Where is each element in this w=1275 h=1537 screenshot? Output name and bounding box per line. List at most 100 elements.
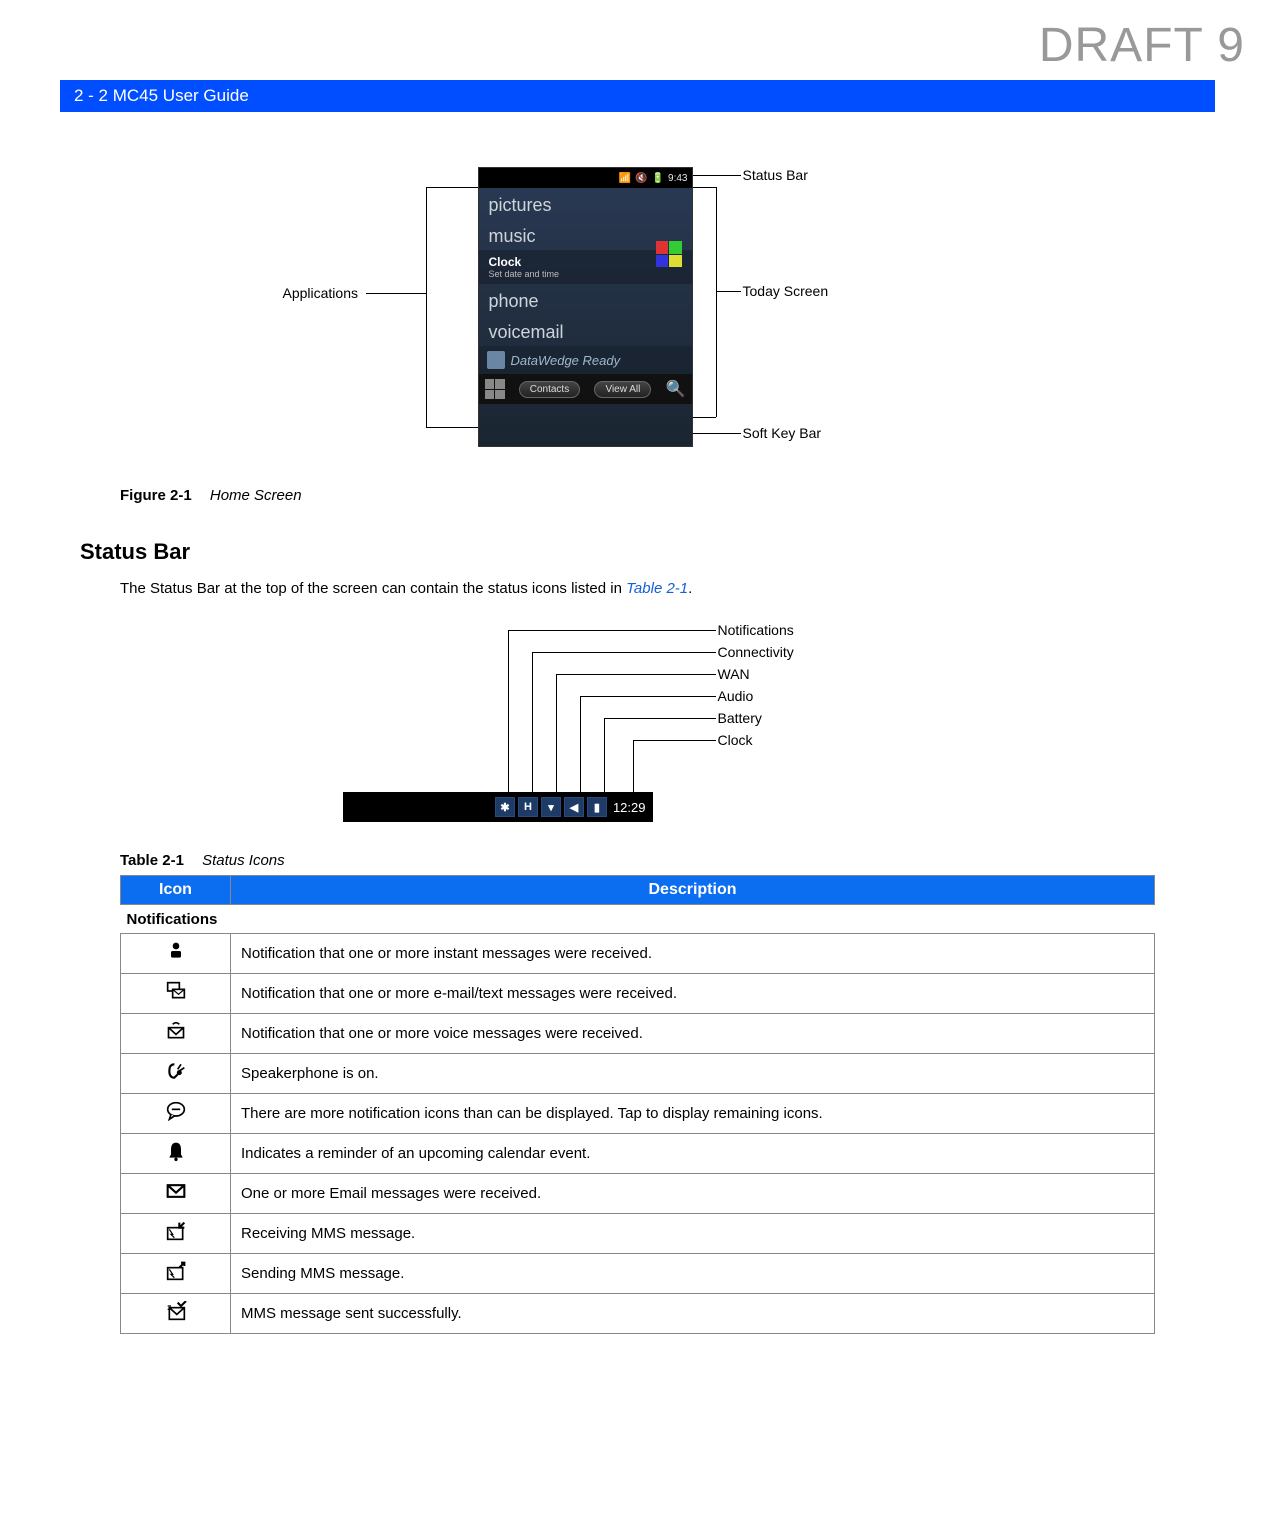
row-desc: One or more Email messages were received… (231, 1174, 1155, 1214)
sb-line (508, 630, 509, 792)
callout-applications: Applications (283, 285, 359, 301)
sb-line (604, 718, 605, 792)
phone-mockup: 📶 🔇 🔋 9:43 pictures music Clock Set date… (478, 167, 693, 447)
table-section-notifications: Notifications (121, 905, 1155, 934)
sb-line (532, 652, 533, 792)
row-desc: There are more notification icons than c… (231, 1094, 1155, 1134)
callout-line (716, 291, 741, 292)
table-row: Notification that one or more voice mess… (121, 1014, 1155, 1054)
row-desc: Notification that one or more e-mail/tex… (231, 974, 1155, 1014)
callout-today-screen: Today Screen (743, 283, 829, 299)
row-desc: MMS message sent successfully. (231, 1294, 1155, 1334)
sb-line (508, 630, 716, 631)
section-heading-status-bar: Status Bar (80, 539, 1215, 565)
table-row: Indicates a reminder of an upcoming cale… (121, 1134, 1155, 1174)
callout-line (366, 293, 426, 294)
sb-line (604, 718, 716, 719)
table-caption: Table 2-1 Status Icons (120, 852, 1215, 869)
mms-sending-icon (121, 1254, 231, 1294)
softkey-viewall: View All (594, 381, 651, 398)
callout-line (693, 433, 741, 434)
phone-status-bar: 📶 🔇 🔋 9:43 (479, 168, 692, 188)
callout-box-right (716, 187, 717, 417)
windows-flag-icon (656, 241, 682, 267)
row-datawedge: DataWedge Ready (479, 346, 692, 374)
table-row: There are more notification icons than c… (121, 1094, 1155, 1134)
table-caption-title: Status Icons (188, 852, 285, 869)
sb-bar: ✱ H ▾ ◀ ▮ 12:29 (343, 792, 653, 822)
row-desc: Receiving MMS message. (231, 1214, 1155, 1254)
callout-line (693, 187, 716, 188)
table-row: Notification that one or more instant me… (121, 934, 1155, 974)
status-bar-text-post: . (688, 580, 692, 597)
sb-line (633, 740, 716, 741)
voicemail-icon (121, 1014, 231, 1054)
sb-line (580, 696, 716, 697)
table-row: One or more Email messages were received… (121, 1174, 1155, 1214)
row-desc: Sending MMS message. (231, 1254, 1155, 1294)
row-desc: Notification that one or more instant me… (231, 934, 1155, 974)
row-desc: Notification that one or more voice mess… (231, 1014, 1155, 1054)
sb-label-battery: Battery (718, 710, 762, 726)
status-bar-text-pre: The Status Bar at the top of the screen … (120, 580, 626, 597)
callout-line (426, 187, 478, 188)
figure-home-screen: Applications Status Bar Today Screen Sof… (188, 167, 1088, 467)
row-pictures: pictures (479, 188, 692, 219)
figure-caption: Figure 2-1 Home Screen (120, 487, 1215, 504)
sb-label-connectivity: Connectivity (718, 644, 794, 660)
signal-icon: 📶 (619, 173, 631, 184)
callout-soft-key-bar: Soft Key Bar (743, 425, 822, 441)
sb-label-audio: Audio (718, 688, 754, 704)
callout-status-bar: Status Bar (743, 167, 808, 183)
sb-icon-signal: ▾ (541, 797, 561, 817)
phone-softkey-bar: Contacts View All 🔍 (479, 374, 692, 404)
sb-label-wan: WAN (718, 666, 750, 682)
page-content: Applications Status Bar Today Screen Sof… (60, 112, 1215, 1334)
status-bar-description: The Status Bar at the top of the screen … (120, 580, 1215, 597)
table-row: Sending MMS message. (121, 1254, 1155, 1294)
callout-line (693, 175, 741, 176)
sb-line (556, 674, 557, 792)
row-voicemail: voicemail (479, 315, 692, 346)
zoom-icon: 🔍 (666, 379, 686, 399)
phone-status-time: 9:43 (668, 173, 687, 184)
table-row: MMS message sent successfully. (121, 1294, 1155, 1334)
mms-sent-icon (121, 1294, 231, 1334)
table-row: Notification that one or more e-mail/tex… (121, 974, 1155, 1014)
battery-icon: 🔋 (652, 173, 664, 184)
sb-line (580, 696, 581, 792)
status-bar-diagram: Notifications Connectivity WAN Audio Bat… (288, 622, 988, 822)
sb-line (633, 740, 634, 792)
sb-icon-audio: ◀ (564, 797, 584, 817)
col-head-description: Description (231, 876, 1155, 905)
row-phone: phone (479, 284, 692, 315)
speakerphone-icon (121, 1054, 231, 1094)
sb-time: 12:29 (610, 800, 649, 815)
page-header-bar: 2 - 2 MC45 User Guide (60, 80, 1215, 112)
row-desc: Indicates a reminder of an upcoming cale… (231, 1134, 1155, 1174)
sb-icon-bluetooth: ✱ (495, 797, 515, 817)
status-icons-table: Icon Description Notifications Notificat… (120, 875, 1155, 1334)
callout-line (693, 417, 716, 418)
row-desc: Speakerphone is on. (231, 1054, 1155, 1094)
softkey-contacts: Contacts (519, 381, 580, 398)
email-envelope-icon (121, 1174, 231, 1214)
table-row: Speakerphone is on. (121, 1054, 1155, 1094)
clock-title: Clock (489, 255, 682, 269)
sb-line (532, 652, 716, 653)
im-icon (121, 934, 231, 974)
email-text-icon (121, 974, 231, 1014)
datawedge-icon (487, 351, 505, 369)
watermark-text: DRAFT 9 (1039, 18, 1245, 73)
sb-label-clock: Clock (718, 732, 753, 748)
sb-icon-battery: ▮ (587, 797, 607, 817)
datawedge-label: DataWedge Ready (511, 353, 621, 368)
table-row: Receiving MMS message. (121, 1214, 1155, 1254)
col-head-icon: Icon (121, 876, 231, 905)
reminder-bell-icon (121, 1134, 231, 1174)
sb-line (556, 674, 716, 675)
audio-icon: 🔇 (635, 173, 647, 184)
more-notifications-icon (121, 1094, 231, 1134)
sb-icon-h: H (518, 797, 538, 817)
link-table-2-1[interactable]: Table 2-1 (626, 580, 688, 597)
